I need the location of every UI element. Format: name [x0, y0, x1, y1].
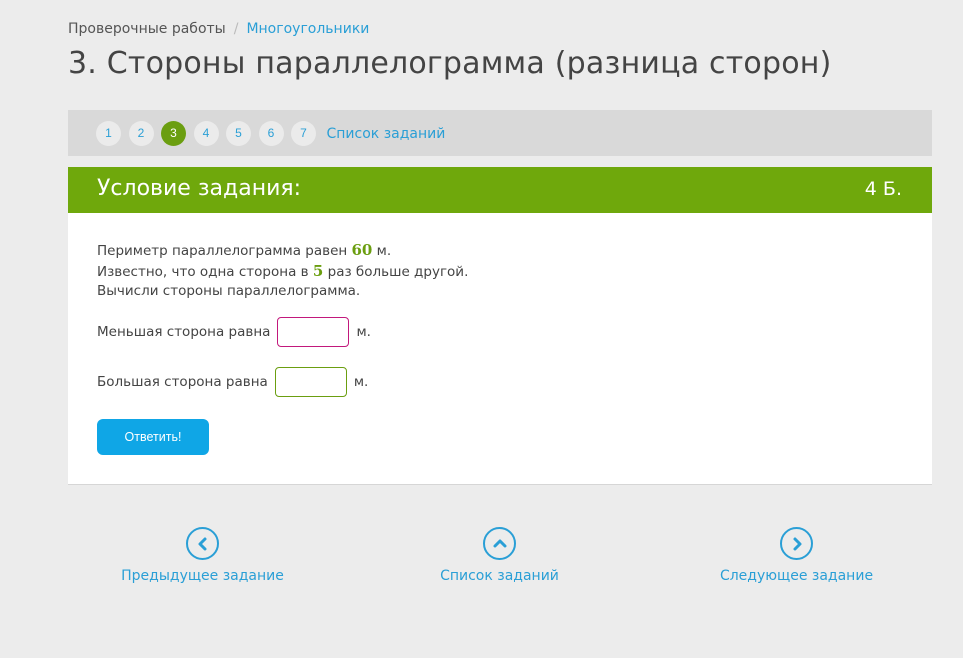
- problem-text: Периметр параллелограмма равен: [97, 243, 352, 259]
- task-list-link[interactable]: Список заданий: [327, 126, 446, 142]
- page-title: 3. Стороны параллелограмма (разница стор…: [68, 46, 832, 81]
- problem-line-1: Периметр параллелограмма равен 60 м.: [97, 241, 468, 262]
- answer-row-larger-side: Большая сторона равна м.: [97, 367, 368, 397]
- task-points: 4 Б.: [864, 178, 902, 200]
- task-number-list: 1 2 3 4 5 6 7 Список заданий: [96, 121, 445, 146]
- answer-row-smaller-side: Меньшая сторона равна м.: [97, 317, 371, 347]
- task-number-1[interactable]: 1: [96, 121, 121, 146]
- problem-text: Известно, что одна сторона в: [97, 263, 313, 280]
- task-number-5[interactable]: 5: [226, 121, 251, 146]
- breadcrumb-root[interactable]: Проверочные работы: [68, 21, 226, 37]
- problem-text: м.: [372, 243, 392, 259]
- chevron-up-icon[interactable]: [483, 527, 516, 560]
- bottom-navigation: Предыдущее задание Список заданий Следую…: [0, 527, 965, 597]
- task-navigation-bar: 1 2 3 4 5 6 7 Список заданий: [68, 110, 932, 156]
- task-number-7[interactable]: 7: [291, 121, 316, 146]
- problem-text: раз больше другой.: [323, 263, 469, 280]
- previous-task-link[interactable]: Предыдущее задание: [121, 527, 284, 584]
- smaller-side-unit: м.: [356, 324, 371, 340]
- larger-side-input[interactable]: [274, 367, 347, 397]
- task-number-3-active[interactable]: 3: [161, 121, 186, 146]
- ratio-value: 5: [312, 261, 324, 280]
- task-condition-heading: Условие задания:: [97, 176, 302, 201]
- previous-task-label[interactable]: Предыдущее задание: [121, 568, 284, 584]
- chevron-right-icon[interactable]: [780, 527, 813, 560]
- task-number-6[interactable]: 6: [258, 121, 284, 146]
- task-list-bottom-label[interactable]: Список заданий: [440, 568, 559, 584]
- submit-answer-button[interactable]: Ответить!: [97, 419, 209, 455]
- perimeter-value: 60: [351, 241, 373, 259]
- smaller-side-input[interactable]: [277, 317, 350, 347]
- next-task-label[interactable]: Следующее задание: [720, 568, 873, 584]
- problem-line-2: Известно, что одна сторона в 5 раз больш…: [97, 262, 468, 283]
- task-card-header: Условие задания: 4 Б.: [68, 167, 932, 213]
- problem-line-3: Вычисли стороны параллелограмма.: [97, 283, 361, 299]
- task-number-4[interactable]: 4: [193, 121, 219, 146]
- breadcrumb-current[interactable]: Многоугольники: [246, 21, 369, 37]
- problem-statement: Периметр параллелограмма равен 60 м. Изв…: [97, 241, 468, 302]
- smaller-side-label: Меньшая сторона равна: [97, 324, 271, 340]
- larger-side-unit: м.: [353, 374, 369, 390]
- task-number-2[interactable]: 2: [128, 121, 154, 146]
- task-list-bottom-link[interactable]: Список заданий: [440, 527, 559, 584]
- chevron-left-icon[interactable]: [186, 527, 219, 560]
- task-card: Условие задания: 4 Б. Периметр параллело…: [68, 167, 932, 485]
- breadcrumb-separator: /: [233, 21, 239, 37]
- larger-side-label: Большая сторона равна: [97, 374, 268, 390]
- breadcrumb: Проверочные работы / Многоугольники: [68, 21, 369, 37]
- next-task-link[interactable]: Следующее задание: [720, 527, 873, 584]
